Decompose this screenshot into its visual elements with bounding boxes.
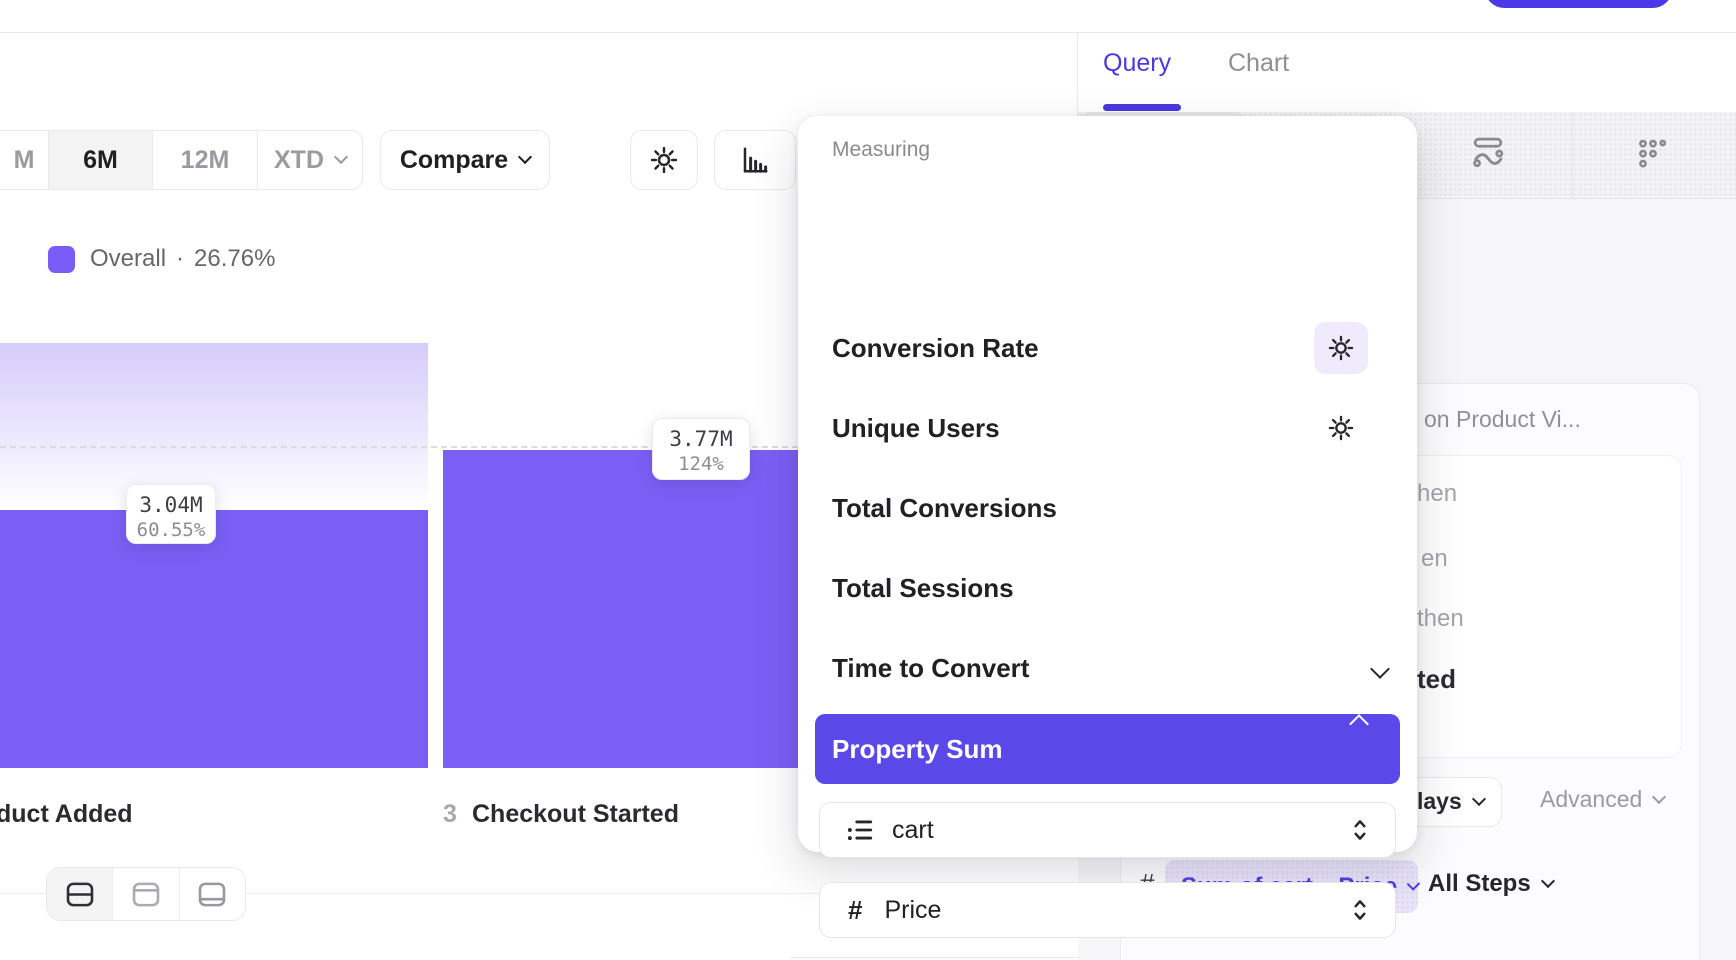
conversion-window-label: lays	[1417, 788, 1462, 815]
chevron-down-icon	[1370, 659, 1390, 679]
menu-item-label: Total Conversions	[832, 493, 1057, 524]
chevron-down-icon	[518, 150, 532, 164]
menu-item-conversion-rate[interactable]: Conversion Rate	[832, 328, 1039, 368]
tab-query[interactable]: Query	[1103, 49, 1171, 78]
funnel-bar-checkout-started[interactable]	[443, 450, 798, 768]
tooltip-checkout-started: 3.77M 124%	[652, 418, 750, 480]
table-top-border	[790, 957, 1080, 958]
chevron-down-icon	[334, 150, 348, 164]
menu-item-label: Property Sum	[832, 734, 1003, 765]
time-range-6m[interactable]: 6M	[48, 131, 153, 189]
chevron-up-icon	[1349, 714, 1369, 734]
chevron-down-icon	[1652, 789, 1666, 803]
step-label-checkout-started: Checkout Started	[472, 800, 679, 829]
header-top-icon	[132, 882, 160, 907]
primary-action-button[interactable]	[1485, 0, 1672, 8]
flow-view-button[interactable]	[1470, 136, 1506, 168]
legend-swatch	[48, 246, 75, 273]
time-range-3m[interactable]: M	[0, 131, 48, 189]
tooltip-percent: 124%	[653, 453, 749, 475]
gear-icon	[649, 145, 679, 175]
band-divider	[1572, 112, 1573, 198]
chevron-down-icon	[1472, 791, 1486, 805]
time-range-3m-label: M	[14, 146, 35, 175]
number-property-icon: #	[848, 895, 862, 926]
list-property-icon	[846, 817, 874, 843]
step-label-product-added: duct Added	[0, 800, 133, 829]
step-row-fragment: then	[1417, 605, 1464, 633]
funnel-bar-1-gradient	[0, 343, 428, 510]
legend-series-label: Overall	[90, 245, 166, 273]
time-range-6m-label: 6M	[83, 146, 118, 175]
advanced-button[interactable]: Advanced	[1540, 786, 1664, 813]
all-steps-label: All Steps	[1428, 870, 1531, 898]
popover-title: Measuring	[832, 138, 930, 162]
time-range-group: M 6M 12M XTD	[0, 130, 363, 190]
step-row-fragment-event: ted	[1417, 664, 1456, 695]
advanced-label: Advanced	[1540, 786, 1642, 813]
property-field-select[interactable]: # Price	[819, 882, 1396, 938]
tab-chart[interactable]: Chart	[1228, 49, 1289, 78]
gear-icon	[1327, 334, 1355, 362]
chart-settings-button[interactable]	[630, 130, 698, 190]
property-event-value: cart	[892, 816, 934, 845]
compare-button[interactable]: Compare	[380, 130, 550, 190]
all-steps-dropdown[interactable]: All Steps	[1428, 870, 1553, 898]
chevron-down-icon	[1541, 874, 1555, 888]
step-row-fragment: en	[1421, 545, 1448, 573]
time-range-12m[interactable]: 12M	[153, 131, 258, 189]
menu-item-label: Conversion Rate	[832, 333, 1039, 364]
step-number-checkout: 3	[443, 800, 457, 829]
menu-item-label: Time to Convert	[832, 653, 1029, 684]
legend-separator: ·	[176, 245, 184, 273]
legend-overall-rate: 26.76%	[194, 245, 275, 273]
layout-toggle-top[interactable]	[112, 868, 178, 920]
chart-type-button[interactable]	[714, 130, 796, 190]
menu-item-total-sessions[interactable]: Total Sessions	[832, 568, 1014, 608]
property-event-select[interactable]: cart	[819, 802, 1396, 858]
sort-toggle-icon	[1351, 816, 1369, 844]
dots-triangle-icon	[1636, 138, 1670, 168]
query-card-title: on Product Vi...	[1424, 406, 1581, 433]
tooltip-value: 3.77M	[653, 427, 749, 451]
step-row-fragment: hen	[1417, 480, 1457, 508]
active-tab-underline	[1103, 104, 1181, 111]
menu-item-label: Unique Users	[832, 413, 1000, 444]
footer-bottom-icon	[198, 882, 226, 907]
legend: Overall · 26.76%	[48, 245, 275, 273]
gear-icon	[1327, 414, 1355, 442]
tooltip-product-added: 3.04M 60.55%	[126, 484, 216, 544]
tooltip-percent: 60.55%	[127, 519, 215, 541]
app-screen: M 6M 12M XTD Compare Overall · 26.76	[0, 0, 1736, 960]
measuring-popover: Measuring Conversion Rate Unique Users T…	[798, 116, 1417, 852]
split-rows-icon	[66, 882, 94, 907]
property-field-value: Price	[884, 896, 941, 925]
layout-toggle-group	[46, 867, 246, 921]
bar-chart-icon	[739, 145, 771, 175]
menu-item-time-to-convert[interactable]: Time to Convert	[832, 648, 1029, 688]
time-range-xtd[interactable]: XTD	[258, 131, 362, 189]
tooltip-value: 3.04M	[127, 493, 215, 517]
funnel-bar-product-added[interactable]	[0, 510, 428, 768]
menu-item-property-sum-selected[interactable]: Property Sum	[815, 714, 1400, 784]
time-range-12m-label: 12M	[181, 146, 230, 175]
time-range-xtd-label: XTD	[274, 146, 324, 175]
steps-view-button[interactable]	[1636, 138, 1670, 168]
menu-item-unique-users[interactable]: Unique Users	[832, 408, 1000, 448]
unique-users-settings-button[interactable]	[1314, 402, 1368, 454]
sort-toggle-icon	[1351, 896, 1369, 924]
compare-label: Compare	[400, 146, 508, 175]
menu-item-total-conversions[interactable]: Total Conversions	[832, 488, 1057, 528]
flow-sankey-icon	[1470, 136, 1506, 168]
layout-toggle-bottom[interactable]	[179, 868, 245, 920]
layout-toggle-split[interactable]	[47, 868, 112, 920]
conversion-rate-settings-button[interactable]	[1314, 322, 1368, 374]
menu-item-label: Total Sessions	[832, 573, 1014, 604]
top-divider	[0, 32, 1736, 33]
